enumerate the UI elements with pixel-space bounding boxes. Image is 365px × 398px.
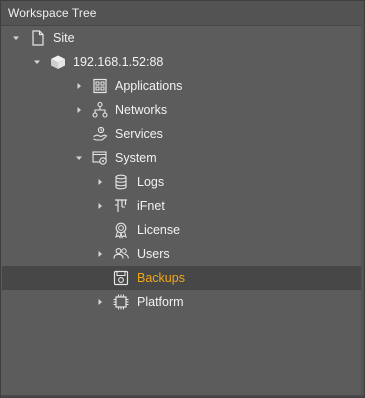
expand-arrow-down-icon[interactable] (12, 34, 20, 42)
tree-item-label: Services (115, 127, 163, 141)
applications-grid-icon (91, 77, 109, 95)
backup-disk-icon (112, 269, 130, 287)
chip-icon (112, 293, 130, 311)
database-icon (112, 173, 130, 191)
tree-item-label: iFnet (137, 199, 165, 213)
tree-item-label: 192.168.1.52:88 (73, 55, 164, 69)
tree-item-system[interactable]: System (2, 146, 361, 170)
tree-item-backups[interactable]: Backups (2, 266, 361, 290)
workspace-tree-panel: Workspace Tree Site 192.168.1.52:88 Appl… (0, 0, 365, 398)
tree-item-users[interactable]: Users (2, 242, 361, 266)
expand-arrow-down-icon[interactable] (75, 154, 83, 162)
tree-item-label: Networks (115, 103, 168, 117)
network-icon (91, 101, 109, 119)
users-icon (112, 245, 130, 263)
tree-item-device[interactable]: 192.168.1.52:88 (2, 50, 361, 74)
ifnet-plug-icon (112, 197, 130, 215)
tree-item-services[interactable]: Services (2, 122, 361, 146)
device-cube-icon (49, 53, 67, 71)
license-badge-icon (112, 221, 130, 239)
tree-item-label: System (115, 151, 157, 165)
system-settings-icon (91, 149, 109, 167)
tree-item-label: Platform (137, 295, 184, 309)
tree-item-site[interactable]: Site (2, 26, 361, 50)
expand-arrow-right-icon[interactable] (75, 106, 83, 114)
expand-arrow-right-icon[interactable] (75, 82, 83, 90)
panel-header: Workspace Tree (1, 1, 364, 26)
tree-item-label: License (137, 223, 181, 237)
expand-arrow-right-icon[interactable] (96, 298, 104, 306)
services-hand-icon (91, 125, 109, 143)
panel-title: Workspace Tree (8, 6, 97, 20)
tree-item-networks[interactable]: Networks (2, 98, 361, 122)
tree-item-ifnet[interactable]: iFnet (2, 194, 361, 218)
tree-item-platform[interactable]: Platform (2, 290, 361, 314)
tree-item-logs[interactable]: Logs (2, 170, 361, 194)
page-icon (29, 29, 47, 47)
tree-item-applications[interactable]: Applications (2, 74, 361, 98)
tree-item-label: Users (137, 247, 170, 261)
expand-arrow-right-icon[interactable] (96, 178, 104, 186)
expand-arrow-right-icon[interactable] (96, 202, 104, 210)
tree-item-label: Applications (115, 79, 183, 93)
tree-item-license[interactable]: License (2, 218, 361, 242)
tree-item-label: Backups (137, 271, 185, 285)
expand-arrow-right-icon[interactable] (96, 250, 104, 258)
panel-resize-handle[interactable] (361, 25, 364, 395)
tree-item-label: Site (53, 31, 75, 45)
expand-arrow-down-icon[interactable] (33, 58, 41, 66)
tree-item-label: Logs (137, 175, 165, 189)
panel-bottom-border (1, 395, 364, 397)
